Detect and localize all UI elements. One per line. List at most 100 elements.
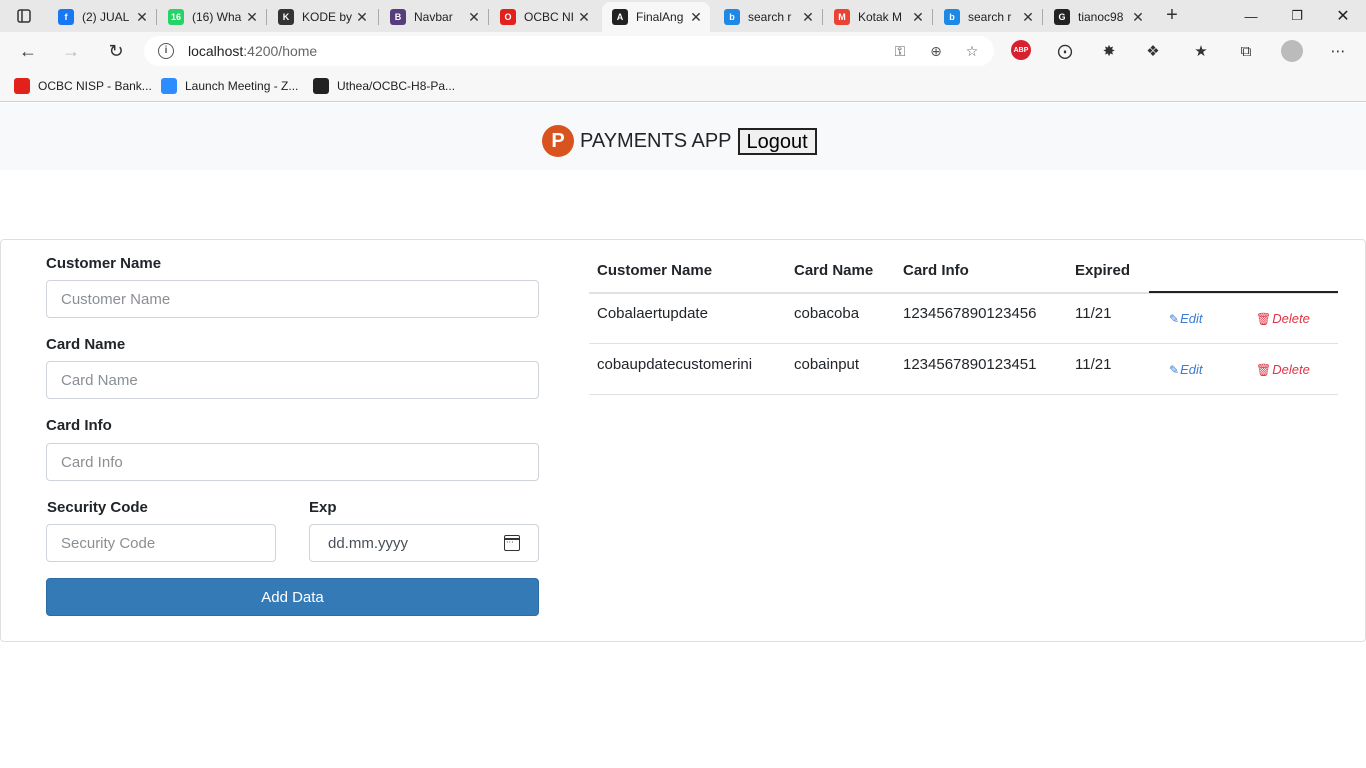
delete-label: Delete bbox=[1272, 362, 1310, 377]
new-tab-button[interactable]: + bbox=[1160, 4, 1184, 28]
adblock-icon[interactable]: ABP bbox=[1011, 40, 1031, 60]
cell-card-name: cobacoba bbox=[794, 305, 860, 322]
reload-button[interactable]: ↻ bbox=[103, 38, 129, 64]
tab-favicon-icon: M bbox=[834, 9, 850, 25]
url-path: :4200/home bbox=[243, 43, 318, 59]
cell-customer-name: cobaupdatecustomerini bbox=[597, 356, 753, 373]
browser-tab[interactable]: 16 (16) Wha ✕ bbox=[158, 2, 266, 32]
customer-name-input[interactable] bbox=[46, 280, 539, 318]
browser-tab[interactable]: Gtianoc98 ✕ bbox=[1044, 2, 1152, 32]
cell-card-info: 1234567890123456 bbox=[903, 305, 1037, 322]
edit-label: Edit bbox=[1180, 311, 1203, 326]
table-header-divider-accent bbox=[1149, 291, 1338, 293]
security-code-input[interactable] bbox=[46, 524, 276, 562]
app-navbar: P PAYMENTS APP Logout bbox=[0, 103, 1366, 170]
logout-button[interactable]: Logout bbox=[737, 127, 817, 155]
browser-tab[interactable]: O OCBC NI ✕ bbox=[490, 2, 598, 32]
cell-expired: 11/21 bbox=[1075, 305, 1112, 322]
code-extension-icon[interactable]: ⨀ bbox=[1054, 40, 1076, 62]
tab-favicon-icon: A bbox=[612, 9, 628, 25]
row-divider bbox=[589, 343, 1338, 344]
bookmark-item[interactable]: OCBC NISP - Bank... bbox=[14, 76, 152, 96]
exp-date-placeholder: dd.mm.yyyy bbox=[328, 534, 409, 552]
cell-expired: 11/21 bbox=[1075, 356, 1112, 373]
browser-tab[interactable]: K KODE by ✕ bbox=[268, 2, 376, 32]
browser-tab[interactable]: M Kotak M ✕ bbox=[824, 2, 932, 32]
tab-favicon-icon: B bbox=[390, 9, 406, 25]
url-host: localhost bbox=[188, 43, 244, 59]
tab-favicon-icon: O bbox=[500, 9, 516, 25]
browser-tab-strip: f (2) JUAL ✕ 16 (16) Wha ✕ K KODE by ✕ B Navbar ✕ O O… bbox=[0, 0, 1366, 32]
minimize-button[interactable]: — bbox=[1228, 0, 1274, 32]
tab-close-icon[interactable]: ✕ bbox=[686, 9, 706, 26]
bookmark-item[interactable]: Uthea/OCBC-H8-Pa... bbox=[313, 76, 455, 96]
browser-tab[interactable]: f (2) JUAL ✕ bbox=[48, 2, 156, 32]
zoom-icon[interactable]: ⊕ bbox=[926, 41, 946, 61]
pencil-icon: ✎ bbox=[1169, 311, 1180, 326]
calendar-icon[interactable] bbox=[504, 535, 520, 551]
favorites-icon[interactable]: ★ bbox=[1190, 40, 1212, 62]
tab-title: Kotak M bbox=[858, 10, 903, 24]
tab-close-icon[interactable]: ✕ bbox=[798, 9, 818, 26]
tab-close-icon[interactable]: ✕ bbox=[574, 9, 594, 26]
browser-tab[interactable]: b search r ✕ bbox=[714, 2, 822, 32]
site-info-icon[interactable]: i bbox=[158, 43, 174, 59]
delete-button[interactable]: 🗑 Delete bbox=[1256, 311, 1310, 326]
tab-actions-icon[interactable] bbox=[8, 4, 40, 28]
tab-title: tianoc98 bbox=[1078, 10, 1124, 24]
tab-title: search r bbox=[968, 10, 1012, 24]
tab-favicon-icon: 16 bbox=[168, 9, 184, 25]
restore-button[interactable]: ❐ bbox=[1274, 0, 1320, 32]
tab-separator bbox=[932, 9, 933, 25]
tab-close-icon[interactable]: ✕ bbox=[1128, 9, 1148, 26]
brand: P PAYMENTS APP Logout bbox=[542, 125, 817, 157]
browser-tab[interactable]: B Navbar ✕ bbox=[380, 2, 488, 32]
edit-button[interactable]: ✎ Edit bbox=[1169, 311, 1202, 326]
tab-favicon-icon: b bbox=[944, 9, 960, 25]
add-data-button[interactable]: Add Data bbox=[46, 578, 539, 616]
bookmark-item[interactable]: Launch Meeting - Z... bbox=[161, 76, 298, 96]
extensions-icon[interactable]: ❖ bbox=[1142, 40, 1164, 62]
exp-date-input[interactable]: dd.mm.yyyy bbox=[309, 524, 539, 562]
bookmark-favicon-icon bbox=[161, 78, 177, 94]
favorite-star-icon[interactable]: ☆ bbox=[962, 41, 982, 61]
browser-tab[interactable]: b search r ✕ bbox=[934, 2, 1042, 32]
edit-button[interactable]: ✎ Edit bbox=[1169, 362, 1202, 377]
back-button[interactable]: ← bbox=[15, 38, 41, 64]
more-menu-icon[interactable]: ⋯ bbox=[1327, 40, 1349, 62]
tab-close-icon[interactable]: ✕ bbox=[908, 9, 928, 26]
profile-avatar[interactable] bbox=[1281, 40, 1303, 62]
payments-card: Customer Name Card Name Card Info Securi… bbox=[0, 239, 1366, 642]
tab-title: (16) Wha bbox=[192, 10, 242, 24]
row-divider bbox=[589, 394, 1338, 395]
collections-icon[interactable]: ⧉ bbox=[1235, 40, 1257, 62]
bookmark-favicon-icon bbox=[313, 78, 329, 94]
forward-button[interactable]: → bbox=[58, 38, 84, 64]
close-window-button[interactable]: ✕ bbox=[1320, 0, 1366, 32]
url-field[interactable]: i localhost:4200/home bbox=[144, 36, 994, 66]
bug-extension-icon[interactable]: ✸ bbox=[1098, 40, 1120, 62]
col-header-expired: Expired bbox=[1075, 262, 1131, 279]
trash-icon: 🗑 bbox=[1256, 311, 1272, 326]
browser-tab[interactable]: A FinalAng ✕ bbox=[602, 2, 710, 32]
card-info-input[interactable] bbox=[46, 443, 539, 481]
delete-button[interactable]: 🗑 Delete bbox=[1256, 362, 1310, 377]
pencil-icon: ✎ bbox=[1169, 362, 1180, 377]
card-name-label: Card Name bbox=[46, 336, 126, 353]
card-info-label: Card Info bbox=[46, 417, 112, 434]
tab-favicon-icon: G bbox=[1054, 9, 1070, 25]
tab-close-icon[interactable]: ✕ bbox=[242, 9, 262, 26]
tab-close-icon[interactable]: ✕ bbox=[132, 9, 152, 26]
tab-favicon-icon: K bbox=[278, 9, 294, 25]
tab-close-icon[interactable]: ✕ bbox=[464, 9, 484, 26]
security-code-label: Security Code bbox=[47, 499, 148, 516]
cell-card-info: 1234567890123451 bbox=[903, 356, 1037, 373]
tab-close-icon[interactable]: ✕ bbox=[1018, 9, 1038, 26]
bookmark-favicon-icon bbox=[14, 78, 30, 94]
card-name-input[interactable] bbox=[46, 361, 539, 399]
tab-separator bbox=[378, 9, 379, 25]
tab-close-icon[interactable]: ✕ bbox=[352, 9, 372, 26]
bookmark-label: Launch Meeting - Z... bbox=[185, 79, 299, 93]
cell-customer-name: Cobalaertupdate bbox=[597, 305, 708, 322]
key-icon[interactable]: ⚿ bbox=[890, 41, 910, 61]
